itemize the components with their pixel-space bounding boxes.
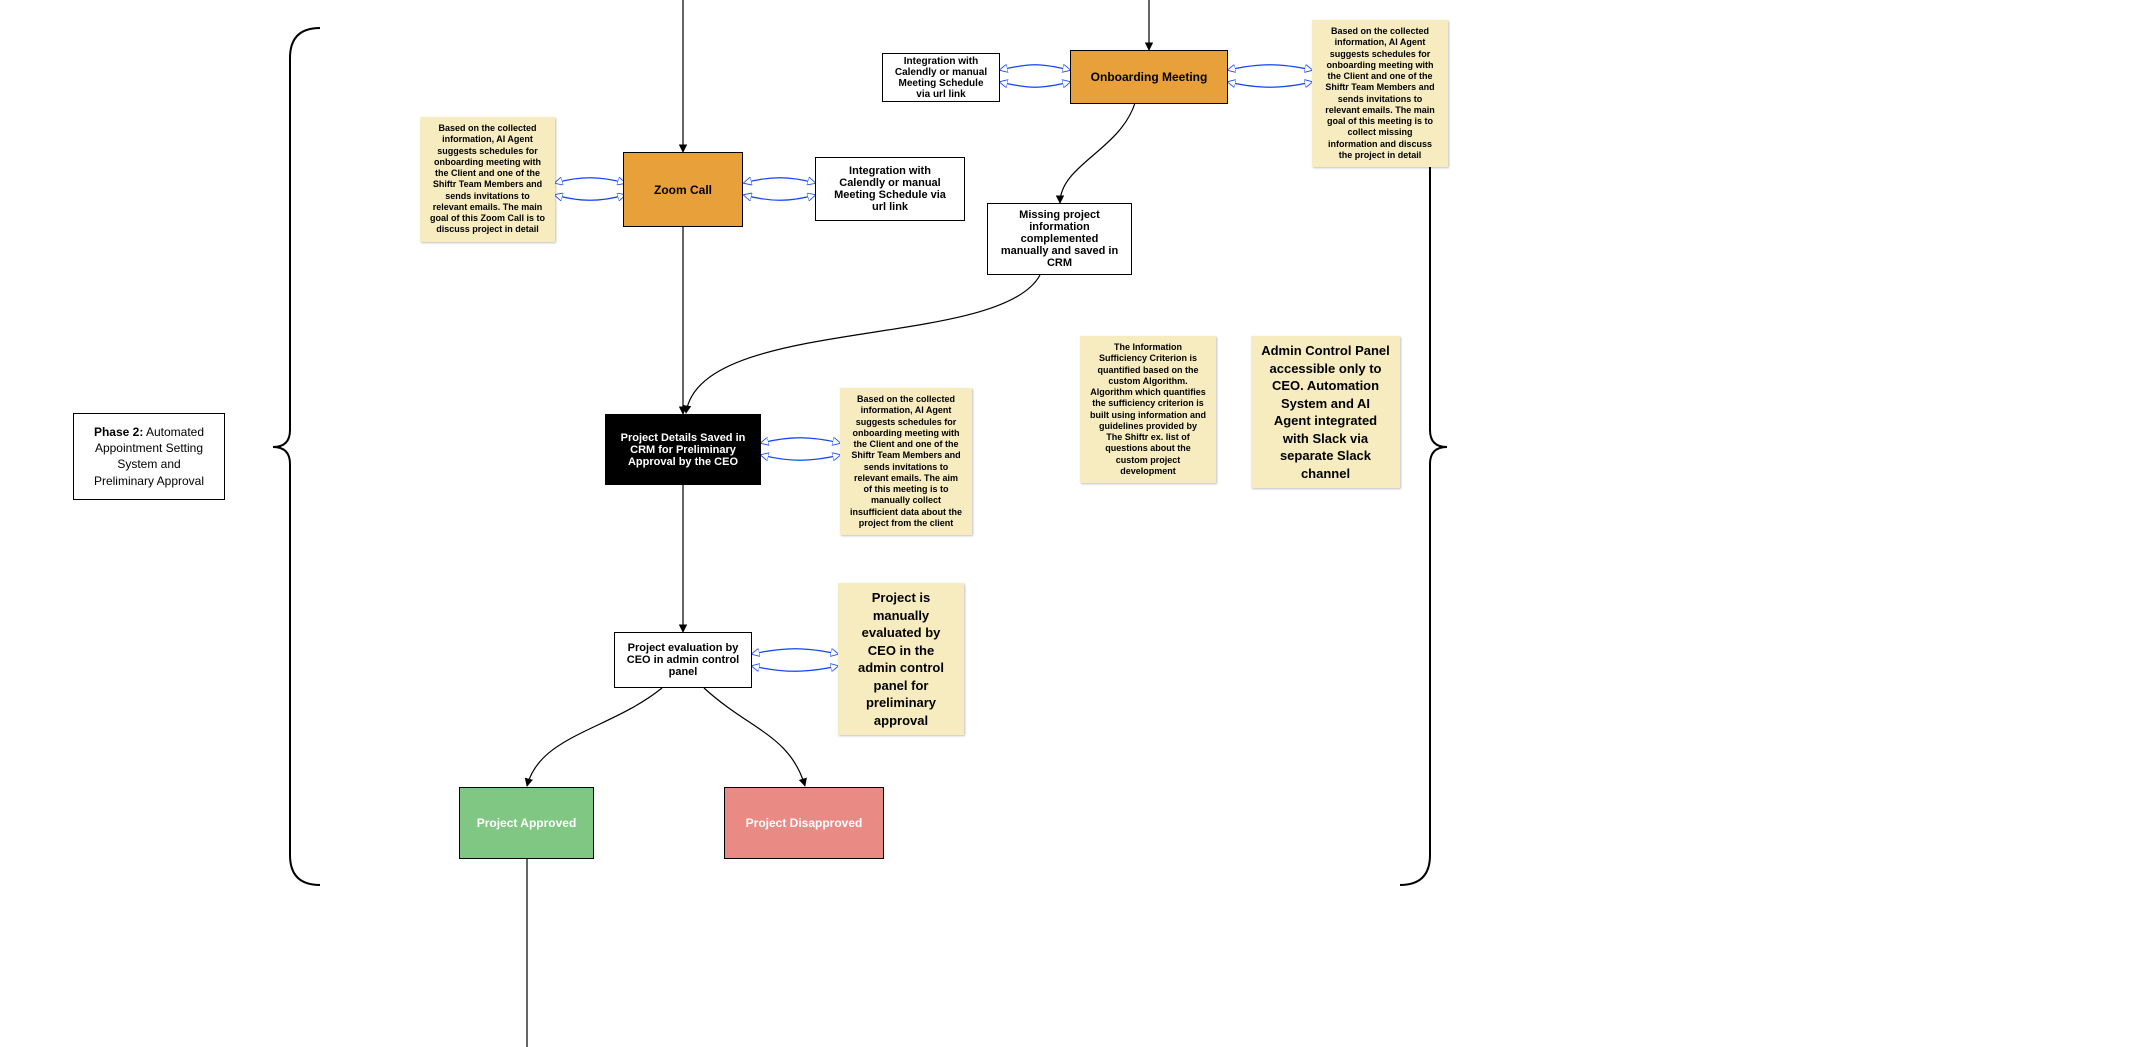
node-crm-saved: Project Details Saved in CRM for Prelimi…	[605, 414, 761, 485]
note-crm: Based on the collected information, AI A…	[840, 388, 972, 535]
node-label: Integration with Calendly or manual Meet…	[893, 56, 989, 100]
node-zoom-call: Zoom Call	[623, 152, 743, 227]
note-zoom: Based on the collected information, AI A…	[420, 117, 555, 242]
note-evaluation: Project is manually evaluated by CEO in …	[838, 583, 964, 735]
note-text: Based on the collected information, AI A…	[1322, 26, 1438, 161]
node-label: Project Details Saved in CRM for Prelimi…	[615, 432, 751, 468]
node-label: Project Disapproved	[746, 816, 863, 830]
node-ceo-evaluation: Project evaluation by CEO in admin contr…	[614, 632, 752, 688]
node-project-disapproved: Project Disapproved	[724, 787, 884, 859]
node-label: Project evaluation by CEO in admin contr…	[625, 642, 741, 678]
node-label: Zoom Call	[654, 183, 712, 197]
note-text: Based on the collected information, AI A…	[430, 123, 545, 236]
note-text: Project is manually evaluated by CEO in …	[848, 589, 954, 729]
node-label: Missing project information complemented…	[998, 209, 1121, 269]
node-label: Integration with Calendly or manual Meet…	[826, 165, 954, 213]
connector-layer	[0, 0, 2135, 1047]
node-calendly-left: Integration with Calendly or manual Meet…	[815, 157, 965, 221]
phase-label: Phase 2: Automated Appointment Setting S…	[73, 413, 225, 500]
note-text: Based on the collected information, AI A…	[850, 394, 962, 529]
note-onboarding: Based on the collected information, AI A…	[1312, 20, 1448, 167]
diagram-canvas: Phase 2: Automated Appointment Setting S…	[0, 0, 2135, 1047]
node-label: Project Approved	[477, 816, 577, 830]
node-project-approved: Project Approved	[459, 787, 594, 859]
phase-text: Phase 2: Automated Appointment Setting S…	[86, 424, 212, 489]
node-onboarding-meeting: Onboarding Meeting	[1070, 50, 1228, 104]
note-text: The Information Sufficiency Criterion is…	[1090, 342, 1206, 477]
node-calendly-right: Integration with Calendly or manual Meet…	[882, 53, 1000, 102]
node-label: Onboarding Meeting	[1091, 70, 1208, 84]
note-criterion: The Information Sufficiency Criterion is…	[1080, 336, 1216, 483]
note-text: Admin Control Panel accessible only to C…	[1261, 342, 1390, 482]
note-admin-panel: Admin Control Panel accessible only to C…	[1251, 336, 1400, 488]
node-missing-info: Missing project information complemented…	[987, 203, 1132, 275]
